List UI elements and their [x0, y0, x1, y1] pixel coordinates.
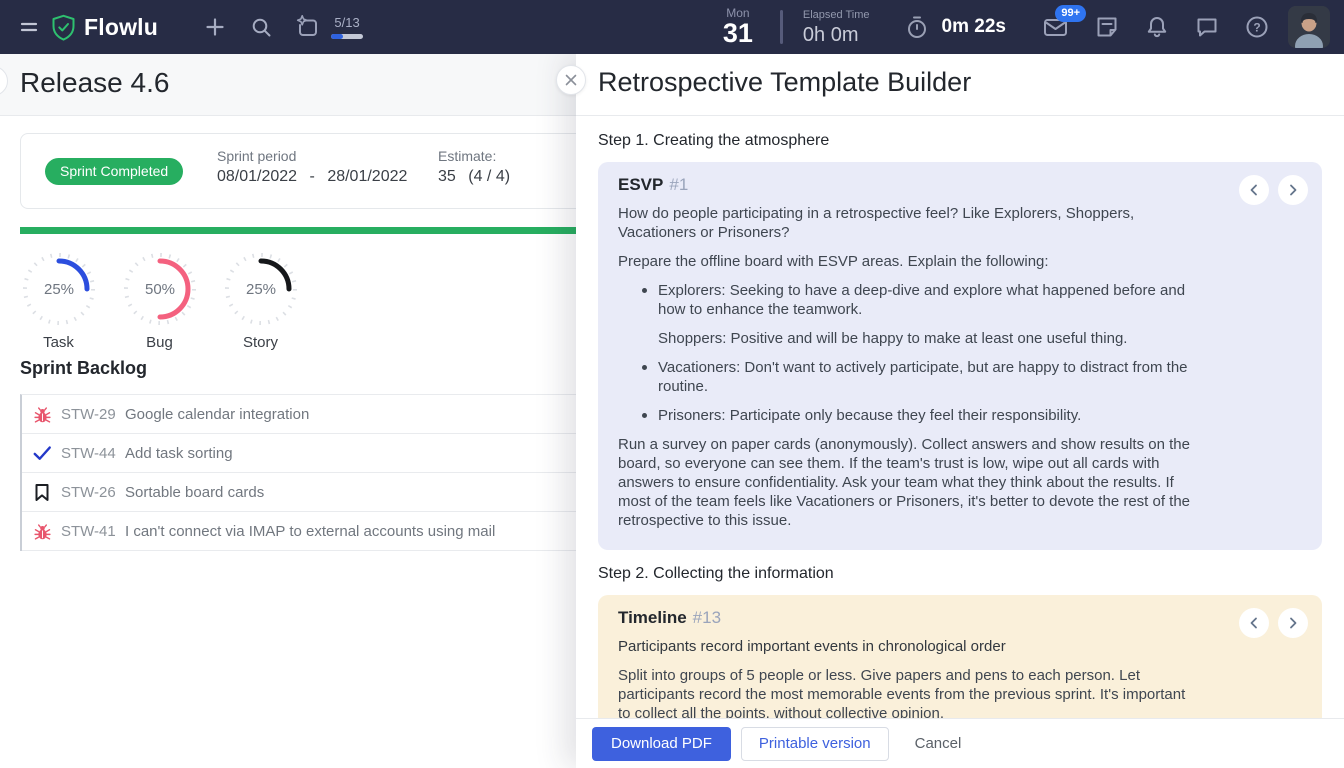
sprint-period-field: Sprint period 08/01/2022 - 28/01/2022 [217, 149, 407, 185]
step-heading-2: Step 2. Collecting the information [598, 565, 1322, 583]
chevron-left-icon[interactable] [1239, 608, 1269, 638]
gauge-bug: 50% Bug [109, 249, 210, 351]
panel-footer: Download PDF Printable version Cancel [576, 718, 1344, 768]
gauge-task: 25% Task [8, 249, 109, 351]
issue-id: STW-41 [61, 523, 121, 540]
flowlu-logo[interactable]: Flowlu [50, 14, 158, 41]
stopwatch-icon [904, 14, 930, 40]
check-icon [32, 444, 52, 462]
page-title: Release 4.6 [20, 67, 169, 99]
onboarding-count: 5/13 [334, 16, 359, 30]
estimate-field: Estimate: 35 (4 / 4) [438, 149, 510, 185]
card-title: Timeline [618, 608, 687, 627]
topbar-divider [780, 10, 783, 44]
inbox-icon[interactable]: 99+ [1042, 14, 1070, 40]
chevron-right-icon[interactable] [1278, 175, 1308, 205]
panel-content: Step 1. Creating the atmosphere ESVP #1 Ho… [576, 117, 1344, 718]
svg-text:?: ? [1253, 21, 1260, 35]
day-number: 31 [716, 20, 760, 47]
gauge-label: Story [210, 334, 311, 351]
elapsed-time-value: 0h 0m [803, 25, 870, 45]
issue-title: Sortable board cards [125, 484, 264, 501]
help-icon[interactable]: ? [1244, 14, 1270, 40]
issue-title: Add task sorting [125, 445, 233, 462]
sprint-period-start: 08/01/2022 [217, 168, 297, 185]
backlog-title: Sprint Backlog [20, 358, 147, 379]
panel-header: Retrospective Template Builder [576, 54, 1344, 116]
retrospective-panel: Retrospective Template Builder Step 1. C… [576, 54, 1344, 768]
page-edge-button[interactable] [0, 66, 8, 96]
issue-title: I can't connect via IMAP to external acc… [125, 523, 495, 540]
bug-icon [32, 522, 52, 541]
card-subtitle: Participants record important events in … [618, 637, 1192, 656]
logo-wordmark: Flowlu [84, 14, 158, 41]
svg-text:25%: 25% [245, 281, 275, 298]
onboarding-progressbar [331, 34, 363, 39]
add-icon[interactable] [204, 16, 226, 38]
flowlu-shield-icon [50, 14, 77, 41]
notifications-bell-icon[interactable] [1144, 14, 1170, 40]
close-icon[interactable] [556, 65, 586, 95]
hamburger-menu-icon[interactable] [18, 16, 40, 38]
gauge-label: Bug [109, 334, 210, 351]
issue-id: STW-44 [61, 445, 121, 462]
calendar-date[interactable]: Mon 31 [716, 7, 760, 47]
chat-icon[interactable] [1194, 14, 1220, 40]
estimate-value: 35 [438, 168, 456, 185]
card-bullet-item: Explorers: Seeking to have a deep-dive a… [618, 281, 1192, 319]
elapsed-time-label: Elapsed Time [803, 10, 870, 21]
card-list-item: Shoppers: Positive and will be happy to … [618, 329, 1192, 348]
timer-value: 0m 22s [942, 16, 1006, 38]
sprint-period-end: 28/01/2022 [327, 168, 407, 185]
svg-text:25%: 25% [43, 281, 73, 298]
issue-title: Google calendar integration [125, 406, 309, 423]
card-paragraph: How do people participating in a retrosp… [618, 204, 1192, 242]
cancel-button[interactable]: Cancel [899, 727, 978, 761]
inbox-badge: 99+ [1055, 5, 1086, 22]
status-badge: Sprint Completed [45, 158, 183, 185]
onboarding-sticker-icon [294, 14, 321, 41]
estimate-label: Estimate: [438, 149, 510, 163]
bookmark-icon [32, 483, 52, 502]
card-number: #1 [669, 175, 688, 194]
card-paragraph: Run a survey on paper cards (anonymously… [618, 435, 1192, 530]
issue-type-gauges: 25% Task 50% Bug 25% Story [8, 249, 311, 351]
chevron-left-icon[interactable] [1239, 175, 1269, 205]
card-paragraph: Split into groups of 5 people or less. G… [618, 666, 1192, 718]
notes-icon[interactable] [1094, 14, 1120, 40]
estimate-detail: (4 / 4) [468, 168, 510, 185]
gauge-story: 25% Story [210, 249, 311, 351]
card-bullet-item: Prisoners: Participate only because they… [618, 406, 1192, 425]
printable-version-button[interactable]: Printable version [741, 727, 889, 761]
chevron-right-icon[interactable] [1278, 608, 1308, 638]
timer-widget[interactable]: 0m 22s [904, 14, 1006, 40]
panel-title: Retrospective Template Builder [598, 67, 971, 98]
card-number: #13 [693, 608, 721, 627]
onboarding-progress[interactable]: 5/13 [294, 14, 363, 41]
bug-icon [32, 405, 52, 424]
download-pdf-button[interactable]: Download PDF [592, 727, 731, 761]
card-paragraph: Prepare the offline board with ESVP area… [618, 252, 1192, 271]
template-card-esvp: ESVP #1 How do people participating in a … [598, 162, 1322, 550]
user-avatar[interactable] [1288, 6, 1330, 48]
gauge-label: Task [8, 334, 109, 351]
sprint-period-separator: - [310, 168, 315, 185]
topbar: Flowlu 5/13 Mon 31 Elapsed Time 0h 0m [0, 0, 1344, 54]
issue-id: STW-29 [61, 406, 121, 423]
sprint-period-label: Sprint period [217, 149, 407, 163]
search-icon[interactable] [250, 16, 272, 38]
card-bullet-item: Vacationers: Don't want to actively part… [618, 358, 1192, 396]
template-card-timeline: Timeline #13 Participants record importan… [598, 595, 1322, 718]
issue-id: STW-26 [61, 484, 121, 501]
svg-text:50%: 50% [144, 281, 174, 298]
step-heading-1: Step 1. Creating the atmosphere [598, 132, 1322, 150]
card-title: ESVP [618, 175, 663, 194]
elapsed-time: Elapsed Time 0h 0m [803, 10, 870, 45]
